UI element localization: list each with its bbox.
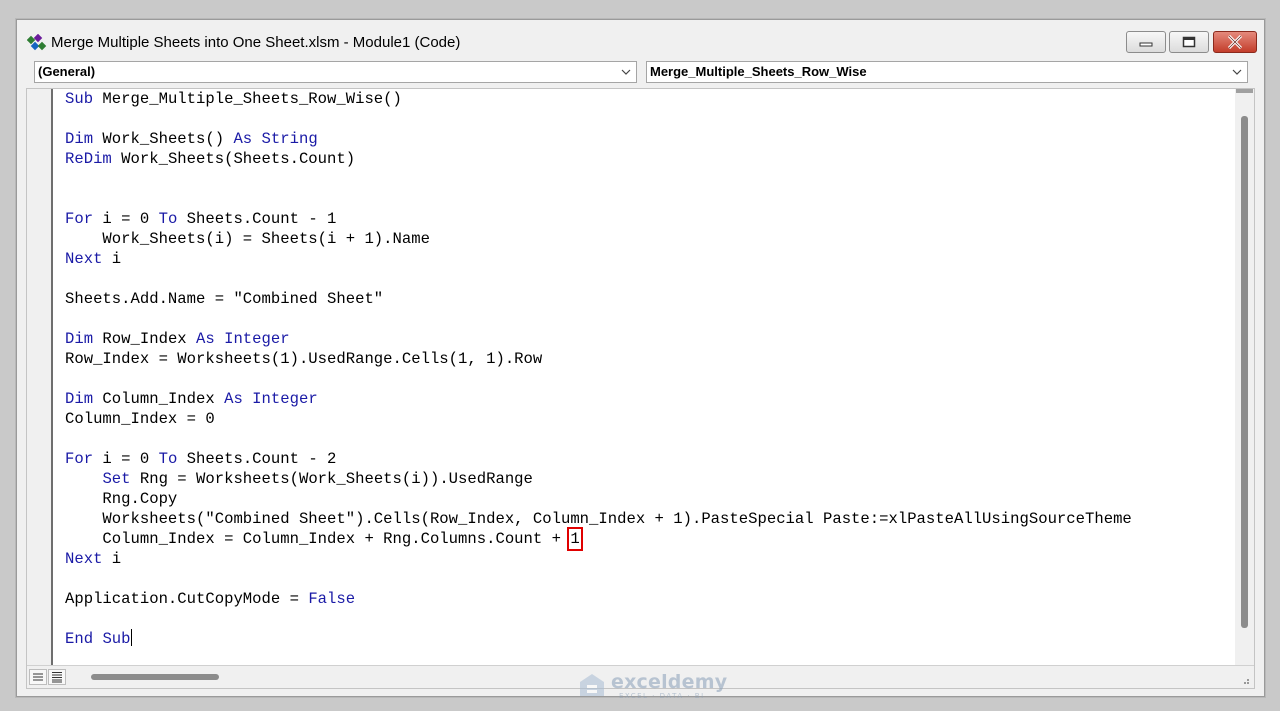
code-line[interactable]: End Sub <box>65 629 1235 649</box>
vba-module-icon <box>27 34 47 51</box>
restore-icon <box>1182 36 1196 48</box>
highlighted-value: 1 <box>567 527 583 551</box>
code-line[interactable]: Dim Row_Index As Integer <box>65 329 1235 349</box>
code-line[interactable]: ReDim Work_Sheets(Sheets.Count) <box>65 149 1235 169</box>
vba-keyword: End <box>65 630 94 648</box>
code-line[interactable] <box>65 309 1235 329</box>
code-line[interactable] <box>65 569 1235 589</box>
vba-keyword: For <box>65 450 94 468</box>
vba-keyword: Dim <box>65 130 94 148</box>
code-line[interactable]: Sub Merge_Multiple_Sheets_Row_Wise() <box>65 89 1235 109</box>
watermark-tagline: EXCEL · DATA · BI <box>619 692 705 700</box>
vba-keyword: Integer <box>252 390 318 408</box>
vba-keyword: Dim <box>65 330 94 348</box>
code-line[interactable]: Work_Sheets(i) = Sheets(i + 1).Name <box>65 229 1235 249</box>
vba-keyword: False <box>308 590 356 608</box>
split-bar[interactable] <box>1236 89 1253 93</box>
full-module-view-button[interactable] <box>48 669 66 685</box>
code-line[interactable]: For i = 0 To Sheets.Count - 2 <box>65 449 1235 469</box>
exceldemy-watermark: exceldemy EXCEL · DATA · BI <box>577 671 728 702</box>
code-editor[interactable]: Sub Merge_Multiple_Sheets_Row_Wise() Dim … <box>26 88 1255 700</box>
title-bar[interactable]: Merge Multiple Sheets into One Sheet.xls… <box>17 20 1264 58</box>
horizontal-scroll-thumb[interactable] <box>91 674 219 680</box>
minimize-icon <box>1139 42 1153 47</box>
vba-keyword: As <box>196 330 215 348</box>
procedure-dropdown[interactable]: Merge_Multiple_Sheets_Row_Wise <box>646 61 1248 83</box>
code-line[interactable] <box>65 169 1235 189</box>
vertical-scrollbar[interactable] <box>1235 89 1254 665</box>
indicator-margin[interactable] <box>27 89 53 665</box>
vba-keyword: Sub <box>102 630 131 648</box>
code-line[interactable]: Next i <box>65 549 1235 569</box>
watermark-name: exceldemy <box>611 671 728 693</box>
code-line[interactable] <box>65 429 1235 449</box>
vba-keyword: ReDim <box>65 150 112 168</box>
vba-keyword: For <box>65 210 94 228</box>
vba-keyword: String <box>261 130 318 148</box>
vba-keyword: As <box>233 130 253 148</box>
code-line[interactable] <box>65 369 1235 389</box>
procedure-view-icon <box>33 673 43 681</box>
code-line[interactable]: Column_Index = 0 <box>65 409 1235 429</box>
code-line[interactable]: Dim Column_Index As Integer <box>65 389 1235 409</box>
vba-keyword: To <box>158 210 178 228</box>
code-line[interactable]: Dim Work_Sheets() As String <box>65 129 1235 149</box>
code-line[interactable] <box>65 609 1235 629</box>
maximize-button[interactable] <box>1169 31 1209 53</box>
code-line[interactable]: Application.CutCopyMode = False <box>65 589 1235 609</box>
close-icon <box>1227 35 1243 49</box>
code-line[interactable]: Sheets.Add.Name = "Combined Sheet" <box>65 289 1235 309</box>
code-line[interactable]: Rng.Copy <box>65 489 1235 509</box>
vba-keyword: Sub <box>65 90 94 108</box>
object-dropdown[interactable]: (General) <box>34 61 637 83</box>
code-line[interactable] <box>65 109 1235 129</box>
close-button[interactable] <box>1213 31 1257 53</box>
code-line[interactable]: Worksheets("Combined Sheet").Cells(Row_I… <box>65 509 1235 529</box>
code-line[interactable]: Next i <box>65 249 1235 269</box>
chevron-down-icon[interactable] <box>619 62 633 82</box>
minimize-button[interactable] <box>1126 31 1166 53</box>
vba-keyword: To <box>158 450 178 468</box>
resize-grip-icon[interactable] <box>1240 675 1250 685</box>
procedure-view-button[interactable] <box>29 669 47 685</box>
code-line[interactable] <box>65 269 1235 289</box>
exceldemy-logo-icon <box>580 674 604 696</box>
object-dropdown-value: (General) <box>38 64 96 79</box>
vba-code-window: Merge Multiple Sheets into One Sheet.xls… <box>16 19 1265 700</box>
text-caret <box>130 629 132 646</box>
full-module-view-icon <box>52 672 62 683</box>
window-title: Merge Multiple Sheets into One Sheet.xls… <box>51 34 461 51</box>
vba-keyword: Dim <box>65 390 94 408</box>
chevron-down-icon[interactable] <box>1230 62 1244 82</box>
vba-keyword: As <box>224 390 243 408</box>
procedure-dropdown-value: Merge_Multiple_Sheets_Row_Wise <box>650 64 867 79</box>
vba-keyword: Next <box>65 250 103 268</box>
code-line[interactable] <box>65 189 1235 209</box>
code-line[interactable]: Row_Index = Worksheets(1).UsedRange.Cell… <box>65 349 1235 369</box>
code-pane[interactable]: Sub Merge_Multiple_Sheets_Row_Wise() Dim … <box>65 89 1235 659</box>
vba-keyword: Set <box>102 470 131 488</box>
code-line[interactable]: Set Rng = Worksheets(Work_Sheets(i)).Use… <box>65 469 1235 489</box>
vertical-scroll-thumb[interactable] <box>1241 116 1248 628</box>
vba-keyword: Next <box>65 550 103 568</box>
vba-keyword: Integer <box>224 330 290 348</box>
code-line[interactable]: Column_Index = Column_Index + Rng.Column… <box>65 527 1235 551</box>
code-line[interactable]: For i = 0 To Sheets.Count - 1 <box>65 209 1235 229</box>
